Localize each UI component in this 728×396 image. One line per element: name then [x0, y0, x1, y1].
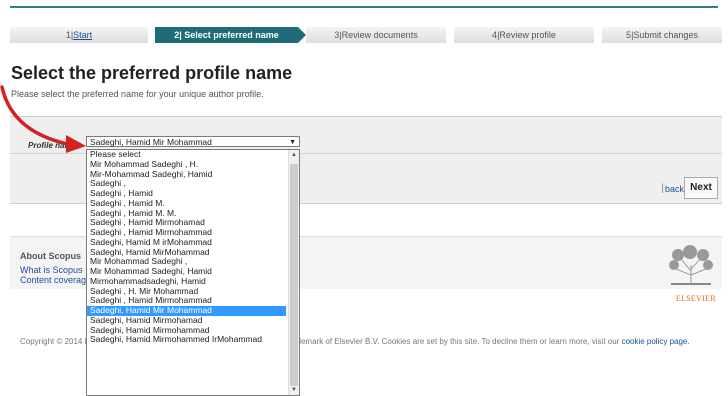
dropdown-option[interactable]: Sadeghi, Hamid Mir Mohammad	[87, 306, 286, 316]
step-arrow	[298, 27, 306, 43]
scroll-down-icon[interactable]: ▼	[291, 387, 297, 393]
step-number: 3	[334, 30, 340, 40]
dropdown-option[interactable]: Please select	[87, 150, 286, 160]
dropdown-option[interactable]: Sadeghi, Hamid Mirmohammed IrMohammad	[87, 335, 286, 345]
dropdown-option[interactable]: Sadeghi , H. Mir Mohammad	[87, 287, 286, 297]
dropdown-option[interactable]: Sadeghi , Hamid	[87, 189, 286, 199]
next-button[interactable]: Next	[684, 177, 718, 199]
nav-separator: |	[661, 183, 664, 194]
dropdown-option[interactable]: Sadeghi ,	[87, 179, 286, 189]
dropdown-option[interactable]: Mir Mohammad Sadeghi, Hamid	[87, 267, 286, 277]
scroll-thumb[interactable]	[290, 164, 298, 386]
start-link[interactable]: Start	[73, 30, 92, 40]
dropdown-option[interactable]: Mir-Mohammad Sadeghi, Hamid	[87, 170, 286, 180]
step-number: 5	[626, 30, 632, 40]
dropdown-option[interactable]: Sadeghi , Hamid M. M.	[87, 209, 286, 219]
scroll-up-icon[interactable]: ▲	[291, 152, 297, 158]
dropdown-option[interactable]: Sadeghi, Hamid Mirmohamad	[87, 316, 286, 326]
dropdown-scrollbar[interactable]: ▲ ▼	[288, 150, 299, 395]
step-number: 1	[65, 30, 71, 40]
dropdown-option[interactable]: Sadeghi , Hamid Mirmohamad	[87, 218, 286, 228]
step-select-name: 2| Select preferred name	[155, 27, 306, 43]
dropdown-option[interactable]: Sadeghi, Hamid M irMohammad	[87, 238, 286, 248]
page-title: Select the preferred profile name	[11, 63, 293, 83]
dropdown-option[interactable]: Sadeghi , Hamid Mirmohammad	[87, 228, 286, 238]
profile-name-select[interactable]: Sadeghi, Hamid Mir Mohammad ▼	[86, 136, 300, 147]
elsevier-logo-text: ELSEVIER	[675, 294, 716, 303]
content-coverage-link[interactable]: Content coverage	[20, 275, 91, 285]
step-label: Submit changes	[633, 30, 698, 40]
dropdown-option[interactable]: Sadeghi, Hamid Mirmohammad	[87, 326, 286, 336]
dropdown-option[interactable]: Sadeghi , Hamid Mirmohammad	[87, 296, 286, 306]
dropdown-option[interactable]: Mir Mohammad Sadeghi , H.	[87, 160, 286, 170]
step-label: Review documents	[341, 30, 418, 40]
top-rule	[10, 6, 718, 8]
back-link[interactable]: back	[665, 184, 684, 194]
dropdown-option[interactable]: Mirmohammadsadeghi, Hamid	[87, 277, 286, 287]
dropdown-option[interactable]: Sadeghi , Hamid M.	[87, 199, 286, 209]
step-number: 4	[492, 30, 498, 40]
step-label: Select preferred name	[184, 30, 279, 40]
profile-name-dropdown[interactable]: Please select Mir Mohammad Sadeghi , H. Mi…	[86, 149, 300, 396]
step-submit-changes: 5|Submit changes	[602, 27, 722, 43]
wizard-steps: 1|Start 2| Select preferred name 3|Revie…	[10, 27, 722, 43]
step-review-documents: 3|Review documents	[306, 27, 446, 43]
step-start[interactable]: 1|Start	[10, 27, 148, 43]
dropdown-options: Please select Mir Mohammad Sadeghi , H. Mi…	[87, 150, 299, 345]
selected-value: Sadeghi, Hamid Mir Mohammad	[90, 137, 212, 147]
step-number: 2	[174, 30, 180, 40]
step-label: Review profile	[499, 30, 556, 40]
dropdown-option[interactable]: Sadeghi, Hamid MirMohammad	[87, 248, 286, 258]
what-is-scopus-link[interactable]: What is Scopus	[20, 265, 83, 275]
about-heading: About Scopus	[20, 251, 81, 261]
red-arrow-annotation	[0, 85, 86, 153]
cookie-policy-link[interactable]: cookie policy page.	[622, 337, 690, 346]
elsevier-tree-logo	[666, 245, 716, 287]
dropdown-option[interactable]: Mir Mohammad Sadeghi ,	[87, 257, 286, 267]
step-review-profile: 4|Review profile	[454, 27, 594, 43]
chevron-down-icon: ▼	[289, 139, 296, 146]
